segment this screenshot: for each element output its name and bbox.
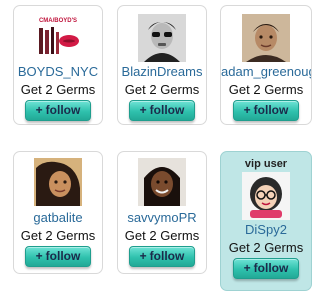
germs-text: Get 2 Germs	[124, 228, 200, 243]
plus-icon: +	[243, 103, 251, 117]
user-card-boyds-nyc: CMA/BOYD'S BOYDS_NYC Get 2 Germs + follow	[13, 5, 103, 125]
follow-label: follow	[149, 103, 185, 117]
follow-button[interactable]: + follow	[233, 258, 299, 279]
follow-label: follow	[253, 103, 289, 117]
username-link[interactable]: BlazinDreams	[118, 64, 206, 79]
avatar-image	[242, 172, 290, 220]
germs-text: Get 2 Germs	[20, 228, 96, 243]
germs-text: Get 2 Germs	[228, 240, 304, 255]
user-card-blazindreams: BlazinDreams Get 2 Germs + follow	[117, 5, 207, 125]
plus-icon: +	[35, 103, 43, 117]
follow-button[interactable]: + follow	[25, 246, 91, 267]
avatar[interactable]: CMA/BOYD'S	[34, 14, 82, 62]
follow-button[interactable]: + follow	[233, 100, 299, 121]
user-card-adam-greenoug: adam_greenoug Get 2 Germs + follow	[220, 5, 312, 125]
follow-button[interactable]: + follow	[25, 100, 91, 121]
username-link[interactable]: adam_greenoug	[221, 64, 311, 79]
avatar-image	[138, 158, 186, 206]
svg-text:CMA/BOYD'S: CMA/BOYD'S	[39, 18, 77, 24]
user-card-savvymopr: savvymoPR Get 2 Germs + follow	[117, 151, 207, 274]
avatar-image: CMA/BOYD'S	[34, 14, 82, 62]
avatar-image	[138, 14, 186, 62]
avatar-image	[242, 14, 290, 62]
avatar[interactable]	[138, 14, 186, 62]
avatar[interactable]	[34, 158, 82, 206]
username-link[interactable]: savvymoPR	[118, 210, 206, 225]
germs-text: Get 2 Germs	[124, 82, 200, 97]
plus-icon: +	[139, 249, 147, 263]
follow-button[interactable]: + follow	[129, 246, 195, 267]
username-link[interactable]: DiSpy2	[221, 222, 311, 237]
follow-label: follow	[253, 261, 289, 275]
germs-text: Get 2 Germs	[20, 82, 96, 97]
follow-label: follow	[45, 249, 81, 263]
follow-button[interactable]: + follow	[129, 100, 195, 121]
germs-text: Get 2 Germs	[228, 82, 304, 97]
plus-icon: +	[35, 249, 43, 263]
follow-label: follow	[45, 103, 81, 117]
username-link[interactable]: BOYDS_NYC	[14, 64, 102, 79]
vip-badge: vip user	[244, 158, 288, 170]
user-card-gatbalite: gatbalite Get 2 Germs + follow	[13, 151, 103, 274]
avatar[interactable]	[138, 158, 186, 206]
avatar-image	[34, 158, 82, 206]
follow-label: follow	[149, 249, 185, 263]
user-card-dispy2: vip user DiSpy2 Get 2 Germs + follow	[220, 151, 312, 291]
plus-icon: +	[243, 261, 251, 275]
avatar[interactable]	[242, 172, 290, 220]
plus-icon: +	[139, 103, 147, 117]
username-link[interactable]: gatbalite	[14, 210, 102, 225]
avatar[interactable]	[242, 14, 290, 62]
